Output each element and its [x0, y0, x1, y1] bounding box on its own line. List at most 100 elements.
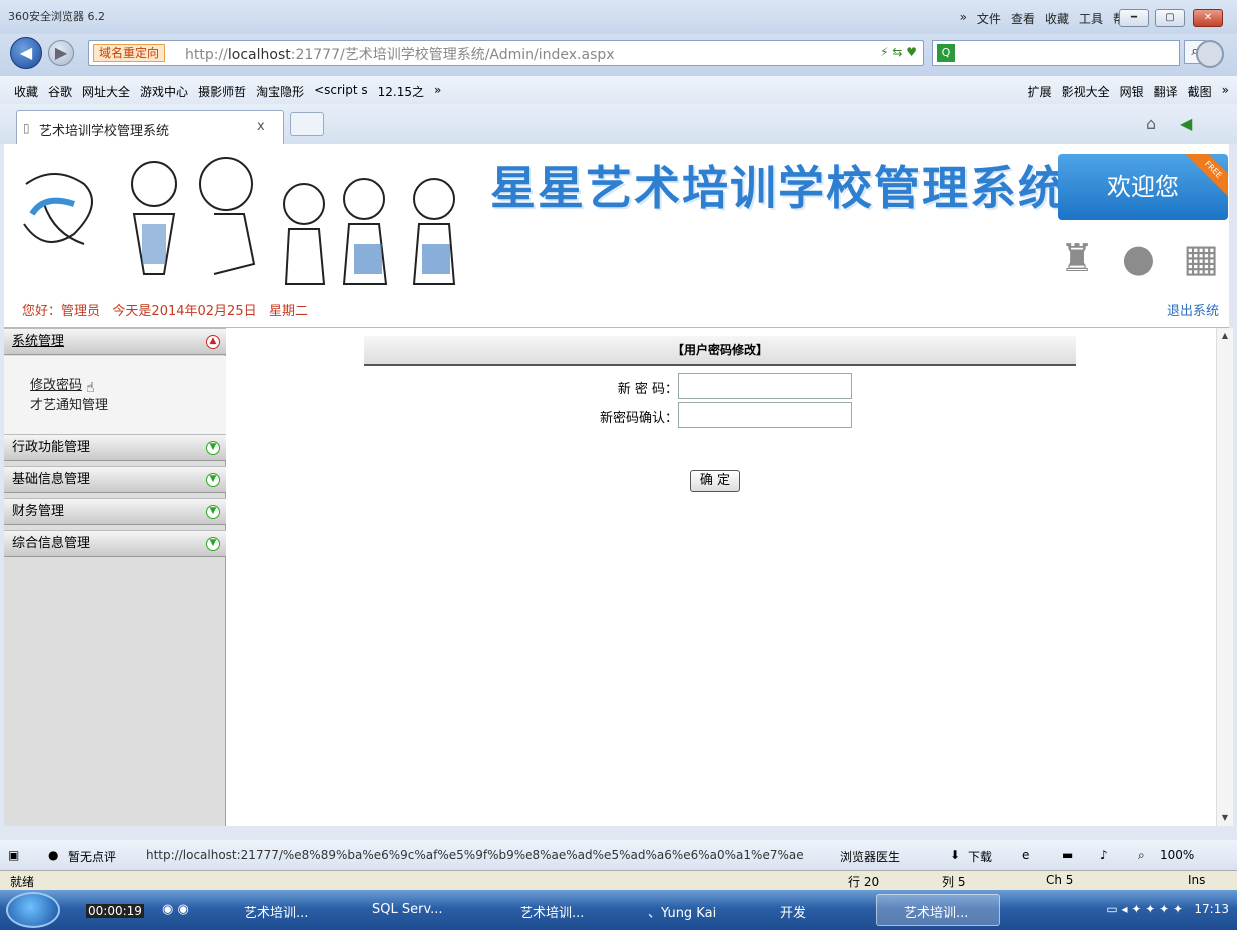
sidebar-section-basic-info[interactable]: 基础信息管理 ▼ [4, 466, 226, 493]
bank-button[interactable]: 网银 [1120, 83, 1144, 100]
greeting-text: 您好：管理员 [22, 304, 101, 319]
redirect-badge[interactable]: 域名重定向 [93, 44, 166, 62]
compat-icon[interactable]: ⚡ ⇆ ♥ [880, 45, 917, 59]
menu-more[interactable]: » [960, 10, 967, 27]
bookmark-favorites[interactable]: 收藏 [14, 83, 38, 100]
window-icon[interactable]: ▬ [1062, 848, 1073, 862]
bookmark-taobao[interactable]: 淘宝隐形 [256, 83, 304, 100]
cartoon-characters-image [23, 157, 456, 285]
video-button[interactable]: 影视大全 [1062, 83, 1110, 100]
confirm-password-label: 新密码确认： [599, 411, 678, 426]
maximize-button[interactable]: ▢ [1155, 9, 1185, 27]
scroll-up-icon[interactable]: ▲ [1217, 328, 1233, 344]
page-viewport: 星星艺术培训学校管理系统 欢迎您 FREE ♜ ● ▦ 您好：管理员 今天是20… [4, 144, 1233, 826]
windows-icon: ▦ [1183, 236, 1219, 280]
quicklaunch-icons[interactable]: ◉ ◉ [162, 902, 189, 917]
url-text[interactable]: http://localhost:21777/艺术培训学校管理系统/Admin/… [185, 44, 615, 64]
rating-icon: ● [48, 848, 59, 862]
bookmark-google[interactable]: 谷歌 [48, 83, 72, 100]
menu-favorites[interactable]: 收藏 [1045, 10, 1069, 27]
rating-text[interactable]: 暂无点评 [68, 848, 116, 865]
taskbar-item-5[interactable]: 开发 [780, 902, 806, 921]
page-icon: ▯ [23, 121, 30, 135]
translate-button[interactable]: 翻译 [1154, 83, 1178, 100]
system-submenu: 修改密码 才艺通知管理 ☝ [4, 356, 226, 434]
sidebar-section-admin[interactable]: 行政功能管理 ▼ [4, 434, 226, 461]
url-prefix: http:// [185, 47, 228, 63]
site-banner: 星星艺术培训学校管理系统 欢迎您 FREE ♜ ● ▦ 您好：管理员 今天是20… [4, 144, 1229, 328]
expand-icon[interactable]: ▼ [206, 537, 220, 551]
undo-close-icon[interactable]: ◀ [1180, 114, 1192, 133]
start-button[interactable] [6, 892, 60, 928]
sidebar-item-change-password[interactable]: 修改密码 [30, 374, 82, 393]
section-label: 基础信息管理 [12, 472, 91, 487]
android-icon: ♜ [1059, 236, 1094, 280]
download-button[interactable]: 下载 [968, 848, 992, 865]
bookmark-game-center[interactable]: 游戏中心 [140, 83, 188, 100]
row-status: 行 20 [848, 875, 880, 889]
search-input[interactable]: Q [932, 40, 1180, 66]
browser-doctor[interactable]: 浏览器医生 [840, 848, 900, 865]
sidebar-section-general-info[interactable]: 综合信息管理 ▼ [4, 530, 226, 557]
zoom-level[interactable]: 100% [1160, 848, 1194, 862]
submit-button[interactable]: 确 定 [690, 470, 740, 492]
free-ribbon: FREE [1182, 154, 1228, 201]
bookmark-more[interactable]: » [434, 83, 441, 100]
tab-close-icon[interactable]: x [257, 119, 265, 134]
taskbar-item-2[interactable]: SQL Serv... [372, 902, 443, 917]
section-label: 综合信息管理 [12, 536, 91, 551]
section-label: 财务管理 [12, 504, 65, 519]
screenshot-button[interactable]: 截图 [1188, 83, 1212, 100]
forward-button[interactable]: ▶ [48, 40, 74, 66]
sidebar-item-talent-notice[interactable]: 才艺通知管理 [30, 394, 108, 413]
back-button[interactable]: ◀ [10, 37, 42, 69]
vertical-scrollbar[interactable]: ▲ ▼ [1216, 328, 1233, 826]
taskbar-item-6[interactable]: 艺术培训... [904, 902, 968, 921]
ext-button[interactable]: 扩展 [1028, 83, 1052, 100]
minimize-button[interactable]: ━ [1119, 9, 1149, 27]
search-engine-icon[interactable]: Q [937, 44, 955, 62]
home-icon[interactable]: ⌂ [1146, 114, 1156, 133]
ins-status: Ins [1188, 873, 1206, 887]
menu-tools[interactable]: 工具 [1079, 10, 1103, 27]
logout-link[interactable]: 退出系统 [1167, 300, 1219, 319]
menu-view[interactable]: 查看 [1011, 10, 1035, 27]
new-tab-button[interactable] [290, 112, 324, 136]
apple-icon: ● [1121, 236, 1156, 280]
address-bar[interactable]: 域名重定向 http://localhost:21777/艺术培训学校管理系统/… [88, 40, 924, 66]
taskbar-item-4[interactable]: 、Yung Kai [648, 902, 716, 921]
close-button[interactable]: ✕ [1193, 9, 1223, 27]
expand-icon[interactable]: ▼ [206, 473, 220, 487]
volume-icon[interactable]: ♪ [1100, 848, 1108, 862]
menu-file[interactable]: 文件 [977, 10, 1001, 27]
bookmark-script[interactable]: <script s [314, 83, 368, 100]
confirm-password-input[interactable] [678, 402, 852, 428]
system-tray-icons[interactable]: ▭ ◂ ✦ ✦ ✦ ✦ [1106, 902, 1183, 916]
recording-timer: 00:00:19 [86, 904, 144, 918]
sidebar-toggle-icon[interactable]: ▣ [8, 848, 19, 862]
navigation-bar: ◀ ▶ 域名重定向 http://localhost:21777/艺术培训学校管… [0, 34, 1237, 76]
bookmark-1215[interactable]: 12.15之 [378, 83, 424, 100]
sidebar-section-system[interactable]: 系统管理 ▲ [4, 328, 226, 355]
tab-title: 艺术培训学校管理系统 [39, 124, 170, 139]
sidebar-section-finance[interactable]: 财务管理 ▼ [4, 498, 226, 525]
bookmark-site-directory[interactable]: 网址大全 [82, 83, 130, 100]
expand-icon[interactable]: ▼ [206, 441, 220, 455]
tab-active[interactable]: ▯ 艺术培训学校管理系统 x [16, 110, 284, 144]
new-password-input[interactable] [678, 373, 852, 399]
taskbar-item-3[interactable]: 艺术培训... [520, 902, 584, 921]
col-status: 列 5 [942, 875, 966, 889]
section-label: 行政功能管理 [12, 440, 91, 455]
forward-arrow-icon: ▶ [54, 43, 68, 62]
expand-icon[interactable]: ▼ [206, 505, 220, 519]
taskbar-item-1[interactable]: 艺术培训... [244, 902, 308, 921]
user-avatar-icon[interactable] [1196, 40, 1224, 68]
url-host: localhost [227, 47, 291, 63]
bookmark-photographer[interactable]: 摄影师哲 [198, 83, 246, 100]
menu-bar: » 文件 查看 收藏 工具 帮助 [960, 10, 1137, 27]
toolbar-more-button[interactable]: » [1222, 83, 1229, 100]
collapse-icon[interactable]: ▲ [206, 335, 220, 349]
ie-mode-icon[interactable]: e [1022, 848, 1029, 862]
scroll-down-icon[interactable]: ▼ [1217, 810, 1233, 826]
sidebar: 系统管理 ▲ 修改密码 才艺通知管理 ☝ 行政功能管理 ▼ 基础信息管理 ▼ 财务管理… [4, 328, 226, 826]
